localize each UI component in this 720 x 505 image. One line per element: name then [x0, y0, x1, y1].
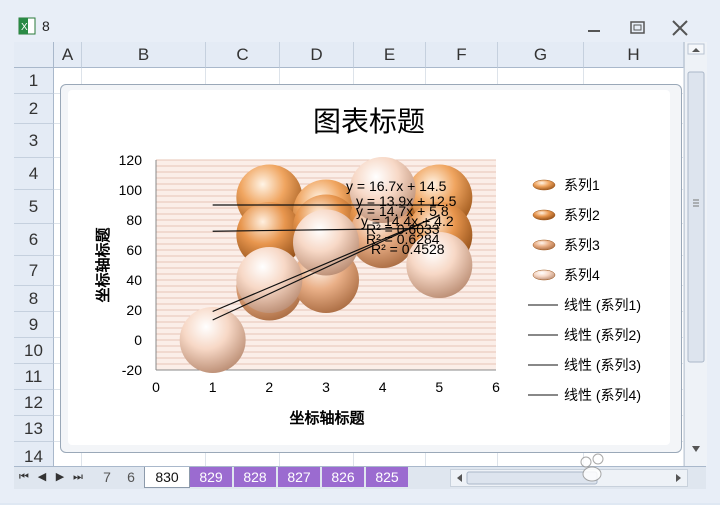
- row-header-13[interactable]: 13: [14, 416, 54, 442]
- row-header-3[interactable]: 3: [14, 124, 54, 158]
- sheet-tab-825[interactable]: 825: [366, 467, 408, 487]
- x-tick-label: 0: [152, 379, 160, 395]
- svg-text:X: X: [21, 22, 28, 33]
- row-header-10[interactable]: 10: [14, 338, 54, 364]
- legend-marker: [532, 269, 556, 281]
- watermark-image: [580, 453, 604, 482]
- last-sheet-button[interactable]: ⏭: [72, 469, 84, 485]
- legend-label: 线性 (系列2): [564, 327, 641, 343]
- x-tick-label: 4: [379, 379, 387, 395]
- legend-label: 线性 (系列3): [564, 357, 641, 373]
- x-tick-label: 5: [435, 379, 443, 395]
- legend-label: 系列3: [564, 237, 600, 253]
- legend-label: 系列1: [564, 177, 600, 193]
- vertical-scrollbar[interactable]: [684, 42, 707, 466]
- chart-area[interactable]: 图表标题 -20 0 20 40 60 80 100 120 0 1 2 3 4 5 6 y = 16.7x …: [68, 90, 670, 445]
- y-tick-label: -20: [122, 362, 142, 378]
- row-header-6[interactable]: 6: [14, 224, 54, 256]
- first-sheet-button[interactable]: ⏮: [18, 469, 30, 485]
- column-header-a[interactable]: A: [54, 42, 82, 68]
- chart-title: 图表标题: [313, 106, 425, 137]
- y-axis-title: 坐标轴标题: [94, 227, 112, 303]
- row-header-8[interactable]: 8: [14, 286, 54, 312]
- sheet-tab-829[interactable]: 829: [190, 467, 232, 487]
- row-header-4[interactable]: 4: [14, 158, 54, 190]
- y-tick-label: 60: [126, 242, 142, 258]
- restore-icon: [630, 21, 645, 34]
- trendline-equation: y = 14.4x + 4.2: [361, 213, 454, 229]
- select-all-corner[interactable]: [14, 42, 54, 68]
- column-header-b[interactable]: B: [82, 42, 206, 68]
- restore-button[interactable]: [626, 18, 650, 38]
- y-tick-label: 20: [126, 302, 142, 318]
- close-icon: [672, 20, 688, 36]
- legend-marker: [532, 209, 556, 221]
- row-header-2[interactable]: 2: [14, 94, 54, 124]
- x-tick-label: 6: [492, 379, 500, 395]
- excel-window: X 8 ABCDEFGH 1 2 3 4 5 6 7 8 9 10 11 12 13 14: [0, 0, 720, 503]
- window-title: 8: [42, 18, 50, 34]
- trendline-equation: y = 16.7x + 14.5: [346, 178, 447, 194]
- row-header-7[interactable]: 7: [14, 256, 54, 286]
- scatter-chart[interactable]: 图表标题 -20 0 20 40 60 80 100 120 0 1 2 3 4 5 6 y = 16.7x …: [68, 90, 670, 445]
- y-tick-label: 0: [134, 332, 142, 348]
- data-point-series-4: [293, 209, 359, 276]
- row-header-12[interactable]: 12: [14, 390, 54, 416]
- legend-label: 线性 (系列4): [564, 387, 641, 403]
- legend-label: 系列2: [564, 207, 600, 223]
- data-point-series-4: [179, 307, 246, 373]
- sheet-tab-827[interactable]: 827: [278, 467, 320, 487]
- column-header-g[interactable]: G: [498, 42, 584, 68]
- chart-legend: 系列1 系列2 系列3 系列4 线性 (系列1) 线性 (系列2) 线性 (系列3) 线性 (…: [528, 177, 641, 403]
- sheet-tab-7[interactable]: 7: [96, 467, 118, 487]
- y-tick-label: 40: [126, 272, 142, 288]
- row-header-1[interactable]: 1: [14, 68, 54, 94]
- legend-label: 系列4: [564, 267, 600, 283]
- x-tick-label: 1: [209, 379, 217, 395]
- y-tick-label: 120: [119, 152, 143, 168]
- x-tick-label: 3: [322, 379, 330, 395]
- y-tick-label: 100: [119, 182, 143, 198]
- excel-icon: X: [18, 17, 36, 35]
- legend-label: 线性 (系列1): [564, 297, 641, 313]
- legend-marker: [532, 239, 556, 251]
- prev-sheet-button[interactable]: ◀: [36, 469, 48, 485]
- minimize-icon: [588, 30, 600, 32]
- legend-marker: [532, 179, 556, 191]
- y-tick-label: 80: [126, 212, 142, 228]
- trendline-r2: R² = 0.4528: [371, 241, 445, 257]
- x-tick-label: 2: [265, 379, 273, 395]
- sheet-tab-6[interactable]: 6: [120, 467, 142, 487]
- next-sheet-button[interactable]: ▶: [54, 469, 66, 485]
- column-header-f[interactable]: F: [426, 42, 498, 68]
- sheet-tab-830[interactable]: 830: [144, 467, 190, 488]
- row-header-11[interactable]: 11: [14, 364, 54, 390]
- column-header-e[interactable]: E: [354, 42, 426, 68]
- column-header-h[interactable]: H: [584, 42, 684, 68]
- column-header-d[interactable]: D: [280, 42, 354, 68]
- minimize-button[interactable]: [582, 18, 606, 38]
- column-header-c[interactable]: C: [206, 42, 280, 68]
- sheet-tab-828[interactable]: 828: [234, 467, 276, 487]
- row-header-9[interactable]: 9: [14, 312, 54, 338]
- data-point-series-4: [236, 247, 303, 313]
- sheet-tab-826[interactable]: 826: [322, 467, 364, 487]
- x-axis-title: 坐标轴标题: [289, 409, 365, 427]
- close-button[interactable]: [668, 18, 692, 38]
- title-bar: X 8: [0, 0, 720, 40]
- row-header-5[interactable]: 5: [14, 190, 54, 224]
- watermark: [556, 448, 716, 505]
